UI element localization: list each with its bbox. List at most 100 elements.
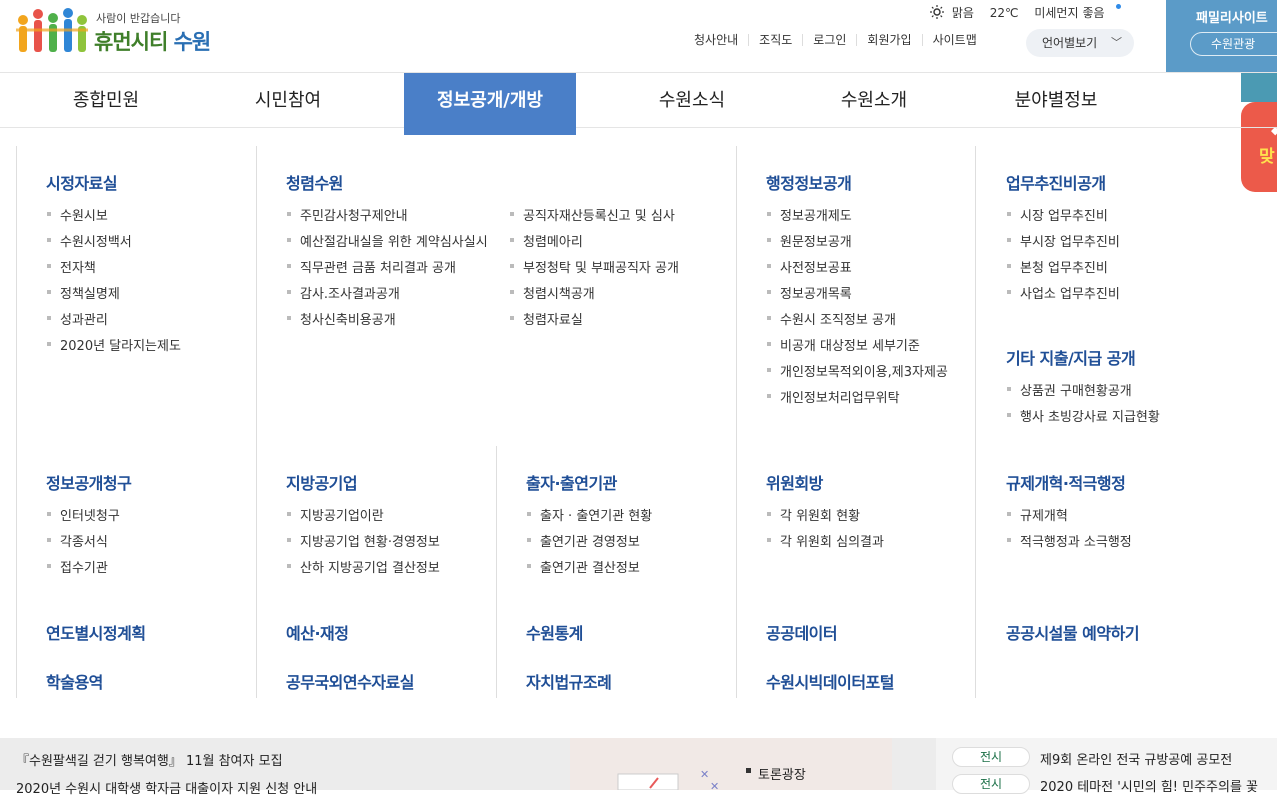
menu-link[interactable]: 청렴메아리 (509, 231, 583, 250)
divider (16, 146, 17, 698)
menu-link[interactable]: 청렴시책공개 (509, 283, 595, 302)
section-title-annual-plan[interactable]: 연도별시정계획 (46, 620, 146, 644)
util-link-sitemap[interactable]: 사이트맵 (921, 34, 987, 46)
section-title-regulatory-reform[interactable]: 규제개혁·적극행정 (1006, 470, 1126, 494)
menu-link[interactable]: 정보공개제도 (766, 205, 852, 224)
section-title-ordinances[interactable]: 자치법규조례 (526, 669, 612, 693)
section-title-city-archives[interactable]: 시정자료실 (46, 170, 118, 194)
menu-link[interactable]: 각종서식 (46, 531, 108, 550)
menu-link[interactable]: 수원시보 (46, 205, 108, 224)
illustration-icon: ✕ ✕ (617, 768, 719, 790)
menu-link[interactable]: 행사 초빙강사료 지급현황 (1006, 406, 1160, 425)
divider (736, 146, 737, 698)
chevron-down-icon: ﹀ (1111, 36, 1122, 49)
menu-link[interactable]: 개인정보처리업무위탁 (766, 387, 900, 406)
menu-link[interactable]: 적극행정과 소극행정 (1006, 531, 1132, 550)
category-badge: 전시 (952, 774, 1030, 794)
menu-link[interactable]: 정보공개목록 (766, 283, 852, 302)
menu-link[interactable]: 공직자재산등록신고 및 심사 (509, 205, 675, 224)
util-link-building-guide[interactable]: 청사안내 (684, 34, 748, 46)
menu-link[interactable]: 사업소 업무추진비 (1006, 283, 1120, 302)
section-title-statistics[interactable]: 수원통계 (526, 620, 583, 644)
menu-link[interactable]: 정책실명제 (46, 283, 120, 302)
language-label: 언어별보기 (1042, 36, 1098, 50)
menu-link[interactable]: 감사.조사결과공개 (286, 283, 400, 302)
svg-text:✕: ✕ (710, 780, 719, 790)
weather-widget: 맑음 22℃ 미세먼지 좋음 (930, 4, 1121, 21)
debate-label[interactable]: 토론광장 (758, 764, 806, 783)
section-title-funded-institutions[interactable]: 출자·출연기관 (526, 470, 617, 494)
site-logo[interactable]: 사람이 반갑습니다 휴먼시티 수원 (14, 4, 234, 60)
family-site-label: 패밀리사이트 (1196, 11, 1268, 26)
dust-value: 좋음 (1082, 6, 1105, 20)
menu-link[interactable]: 청사신축비용공개 (286, 309, 396, 328)
section-title-public-data[interactable]: 공공데이터 (766, 620, 838, 644)
menu-link[interactable]: 상품권 구매현황공개 (1006, 380, 1132, 399)
menu-link[interactable]: 2020년 달라지는제도 (46, 335, 181, 354)
event-item[interactable]: 2020 테마전 '시민의 힘! 민주주의를 꽃 (1040, 776, 1258, 795)
svg-text:✕: ✕ (700, 768, 709, 781)
logo-name: 휴먼시티 수원 (94, 26, 211, 56)
section-title-admin-info[interactable]: 행정정보공개 (766, 170, 852, 194)
menu-link[interactable]: 부정청탁 및 부패공직자 공개 (509, 257, 679, 276)
menu-link[interactable]: 규제개혁 (1006, 505, 1068, 524)
menu-link[interactable]: 수원시 조직정보 공개 (766, 309, 896, 328)
menu-link[interactable]: 각 위원회 심의결과 (766, 531, 884, 550)
menu-link[interactable]: 출자 · 출연기관 현황 (526, 505, 652, 524)
section-title-info-request[interactable]: 정보공개청구 (46, 470, 132, 494)
language-select[interactable]: 언어별보기 ﹀ (1026, 29, 1134, 57)
family-site-button[interactable]: 수원관광 (1190, 32, 1277, 56)
section-title-research[interactable]: 학술용역 (46, 669, 103, 693)
utility-links: 청사안내 조직도 로그인 회원가입 사이트맵 (684, 34, 987, 46)
section-title-committee[interactable]: 위원회방 (766, 470, 823, 494)
menu-link[interactable]: 주민감사청구제안내 (286, 205, 408, 224)
menu-link[interactable]: 출연기관 결산정보 (526, 557, 640, 576)
section-title-expense[interactable]: 업무추진비공개 (1006, 170, 1106, 194)
menu-link[interactable]: 전자책 (46, 257, 96, 276)
gnb-item-suwon-intro[interactable]: 수원소개 (808, 73, 940, 128)
divider (496, 446, 497, 698)
util-link-signup[interactable]: 회원가입 (856, 34, 921, 46)
menu-link[interactable]: 본청 업무추진비 (1006, 257, 1108, 276)
divider (256, 146, 257, 698)
menu-link[interactable]: 부시장 업무추진비 (1006, 231, 1120, 250)
menu-link[interactable]: 성과관리 (46, 309, 108, 328)
section-title-public-enterprise[interactable]: 지방공기업 (286, 470, 358, 494)
notice-item[interactable]: 2020년 수원시 대학생 학자금 대출이자 지원 신청 안내 (16, 778, 317, 797)
section-title-budget[interactable]: 예산·재정 (286, 620, 349, 644)
gnb-item-suwon-news[interactable]: 수원소식 (626, 73, 758, 128)
util-link-org-chart[interactable]: 조직도 (748, 34, 802, 46)
gnb-item-field-info[interactable]: 분야별정보 (990, 73, 1122, 128)
menu-link[interactable]: 시장 업무추진비 (1006, 205, 1108, 224)
section-title-overseas-training[interactable]: 공무국외연수자료실 (286, 669, 414, 693)
gnb-item-civil-service[interactable]: 종합민원 (40, 73, 172, 128)
menu-link[interactable]: 접수기관 (46, 557, 108, 576)
gnb-item-citizen-participation[interactable]: 시민참여 (222, 73, 354, 128)
section-title-bigdata-portal[interactable]: 수원시빅데이터포털 (766, 669, 894, 693)
logo-name-part1: 휴먼시티 (94, 30, 168, 54)
menu-link[interactable]: 지방공기업이란 (286, 505, 384, 524)
util-link-login[interactable]: 로그인 (802, 34, 856, 46)
menu-link[interactable]: 사전정보공표 (766, 257, 852, 276)
menu-link[interactable]: 개인정보목적외이용,제3자제공 (766, 361, 948, 380)
bullet-icon (746, 768, 751, 773)
category-badge: 전시 (952, 747, 1030, 767)
menu-link[interactable]: 비공개 대상정보 세부기준 (766, 335, 920, 354)
gnb-item-information-disclosure[interactable]: 정보공개/개방 (404, 73, 576, 135)
menu-link[interactable]: 예산절감내실을 위한 계약심사실시 (286, 231, 488, 250)
menu-link[interactable]: 출연기관 경영정보 (526, 531, 640, 550)
menu-link[interactable]: 지방공기업 현황·경영정보 (286, 531, 440, 550)
menu-link[interactable]: 원문정보공개 (766, 231, 852, 250)
section-title-other-expense[interactable]: 기타 지출/지급 공개 (1006, 345, 1136, 369)
menu-link[interactable]: 청렴자료실 (509, 309, 583, 328)
menu-link[interactable]: 직무관련 금품 처리결과 공개 (286, 257, 456, 276)
section-title-facility-reservation[interactable]: 공공시설물 예약하기 (1006, 620, 1140, 644)
mega-menu: 시정자료실 수원시보 수원시정백서 전자책 정책실명제 성과관리 2020년 달… (16, 146, 1277, 698)
notice-item[interactable]: 『수원팔색길 걷기 행복여행』 11월 참여자 모집 (16, 750, 283, 769)
menu-link[interactable]: 수원시정백서 (46, 231, 132, 250)
menu-link[interactable]: 산하 지방공기업 결산정보 (286, 557, 440, 576)
menu-link[interactable]: 각 위원회 현황 (766, 505, 860, 524)
event-item[interactable]: 제9회 온라인 전국 규방공예 공모전 (1040, 749, 1232, 768)
menu-link[interactable]: 인터넷청구 (46, 505, 120, 524)
section-title-integrity[interactable]: 청렴수원 (286, 170, 343, 194)
